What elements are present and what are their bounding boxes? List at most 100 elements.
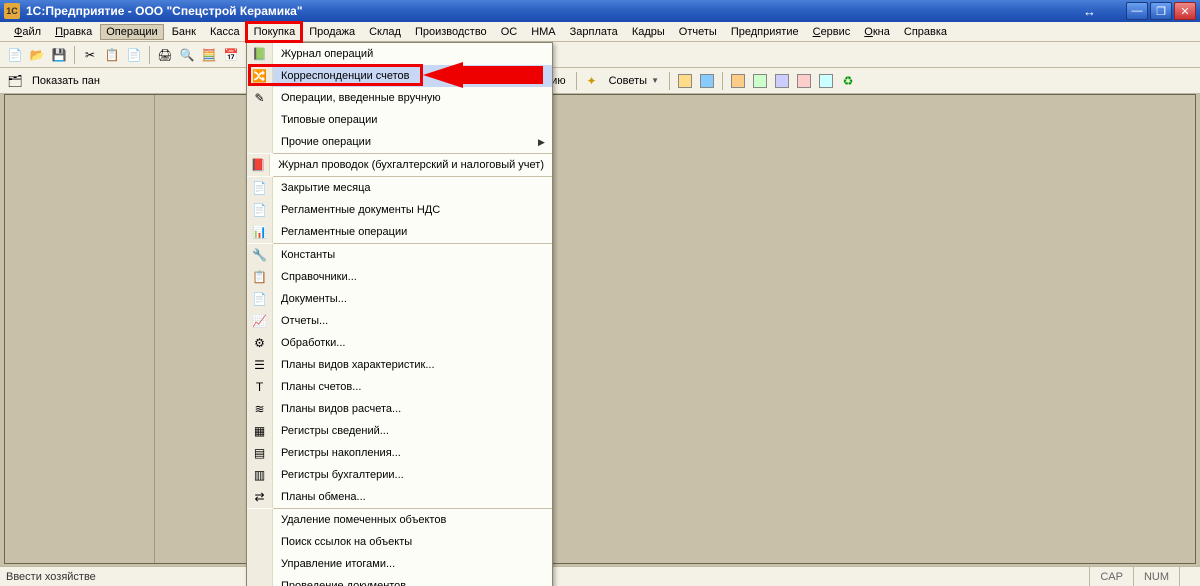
calendar-icon[interactable]: 📅 <box>222 46 240 64</box>
panel-icon[interactable]: 🗂 <box>6 72 24 90</box>
menu-item-банк[interactable]: Банк <box>166 24 202 40</box>
report-icon[interactable] <box>729 72 747 90</box>
menu-item[interactable]: ТПланы счетов... <box>247 376 552 398</box>
menu-item-кна[interactable]: Окна <box>858 24 896 40</box>
report2-icon[interactable] <box>751 72 769 90</box>
menu-item-icon: ▥ <box>247 464 273 486</box>
menu-item-склад[interactable]: Склад <box>363 24 407 40</box>
menu-item[interactable]: 📄Закрытие месяца <box>247 177 552 199</box>
menu-item[interactable]: 🔀Корреспонденции счетов <box>247 65 552 87</box>
menu-item-icon: 📊 <box>247 221 273 243</box>
menu-item[interactable]: Поиск ссылок на объекты <box>247 531 552 553</box>
docs-icon[interactable] <box>698 72 716 90</box>
separator <box>576 72 577 90</box>
menu-item[interactable]: Управление итогами... <box>247 553 552 575</box>
menu-item[interactable]: ⇄Планы обмена... <box>247 486 552 508</box>
menu-item[interactable]: Типовые операции <box>247 109 552 131</box>
menu-item[interactable]: 🔧Константы <box>247 244 552 266</box>
menu-item-icon: ⇄ <box>247 486 273 508</box>
menu-item-равка[interactable]: Правка <box>49 24 98 40</box>
new-icon[interactable]: 📄 <box>6 46 24 64</box>
report4-icon[interactable] <box>795 72 813 90</box>
paste-icon[interactable]: 📄 <box>125 46 143 64</box>
menu-item-icon: ⚙ <box>247 332 273 354</box>
menu-item-справка[interactable]: Справка <box>898 24 953 40</box>
copy-icon[interactable]: 📋 <box>103 46 121 64</box>
menu-item-продажа[interactable]: Продажа <box>303 24 361 40</box>
menu-item-касса[interactable]: Касса <box>204 24 246 40</box>
menu-item-операции[interactable]: Операции <box>100 24 163 40</box>
menu-item[interactable]: Удаление помеченных объектов <box>247 509 552 531</box>
status-cap: CAP <box>1089 567 1133 586</box>
menu-item[interactable]: Проведение документов... <box>247 575 552 586</box>
menu-item-label: Планы видов характеристик... <box>273 359 552 371</box>
workspace <box>4 94 1196 564</box>
status-bar: Ввести хозяйстве CAP NUM <box>0 566 1200 586</box>
menu-item-label: Планы счетов... <box>273 381 552 393</box>
menu-item-icon: 📄 <box>247 199 273 221</box>
menu-item[interactable]: ▥Регистры бухгалтерии... <box>247 464 552 486</box>
expand-icon[interactable]: ↔ <box>1083 4 1096 19</box>
menu-item-кадры[interactable]: Кадры <box>626 24 671 40</box>
menu-item[interactable]: Прочие операции▶ <box>247 131 552 153</box>
tips-button[interactable]: Советы ▼ <box>605 71 663 91</box>
minimize-button[interactable]: — <box>1126 2 1148 20</box>
maximize-button[interactable]: ❐ <box>1150 2 1172 20</box>
menu-item-icon: 🔀 <box>247 65 273 87</box>
report3-icon[interactable] <box>773 72 791 90</box>
operations-menu: 📗Журнал операций🔀Корреспонденции счетов✎… <box>246 42 553 586</box>
print-icon[interactable]: 🖨 <box>156 46 174 64</box>
menu-item-label: Константы <box>273 249 552 261</box>
menu-item[interactable]: 📄Документы... <box>247 288 552 310</box>
cut-icon[interactable]: ✂ <box>81 46 99 64</box>
menu-item-icon: ≋ <box>247 398 273 420</box>
menu-item[interactable]: 📗Журнал операций <box>247 43 552 65</box>
menu-item[interactable]: 📈Отчеты... <box>247 310 552 332</box>
menu-item[interactable]: ⚙Обработки... <box>247 332 552 354</box>
menu-item-отчеты[interactable]: Отчеты <box>673 24 723 40</box>
menu-item[interactable]: ▤Регистры накопления... <box>247 442 552 464</box>
menu-item-нма[interactable]: НМА <box>525 24 561 40</box>
show-panel-button[interactable]: Показать пан <box>28 71 104 91</box>
separator <box>149 46 150 64</box>
menu-item[interactable]: 📄Регламентные документы НДС <box>247 199 552 221</box>
menu-item[interactable]: ✎Операции, введенные вручную <box>247 87 552 109</box>
open-icon[interactable]: 📂 <box>28 46 46 64</box>
tips-icon[interactable]: ✦ <box>583 72 601 90</box>
menu-item-ос[interactable]: ОС <box>495 24 524 40</box>
menu-item[interactable]: ▦Регистры сведений... <box>247 420 552 442</box>
menu-item-label: Прочие операции <box>273 136 538 148</box>
separator <box>722 72 723 90</box>
menu-item-предприятие[interactable]: Предприятие <box>725 24 805 40</box>
close-button[interactable]: ✕ <box>1174 2 1196 20</box>
menu-item-icon: 📕 <box>247 154 270 176</box>
refs-icon[interactable] <box>676 72 694 90</box>
status-blank <box>1179 567 1200 586</box>
menu-item-label: Удаление помеченных объектов <box>273 514 552 526</box>
tips-label: Советы <box>609 75 647 87</box>
menu-item-icon <box>247 131 273 153</box>
menu-item-ервис[interactable]: Сервис <box>807 24 857 40</box>
menu-item-icon <box>247 553 273 575</box>
menu-item-label: Регистры бухгалтерии... <box>273 469 552 481</box>
menu-item-айл[interactable]: Файл <box>8 24 47 40</box>
menu-item-label: Журнал проводок (бухгалтерский и налогов… <box>270 159 552 171</box>
toolbar-secondary: 🗂 Показать пан зяйственную операцию ✦ Со… <box>0 68 1200 94</box>
menu-item-label: Отчеты... <box>273 315 552 327</box>
menu-item-покупка[interactable]: Покупка <box>248 24 302 40</box>
menu-item[interactable]: ☰Планы видов характеристик... <box>247 354 552 376</box>
menu-item[interactable]: ≋Планы видов расчета... <box>247 398 552 420</box>
menu-item-icon: ☰ <box>247 354 273 376</box>
menu-item-производство[interactable]: Производство <box>409 24 493 40</box>
title-bar: 1C 1С:Предприятие - ООО "Спецстрой Керам… <box>0 0 1200 22</box>
report5-icon[interactable] <box>817 72 835 90</box>
menu-item[interactable]: 📋Справочники... <box>247 266 552 288</box>
recycle-icon[interactable]: ♻ <box>839 72 857 90</box>
calc-icon[interactable]: 🧮 <box>200 46 218 64</box>
save-icon[interactable]: 💾 <box>50 46 68 64</box>
menu-item-зарплата[interactable]: Зарплата <box>564 24 624 40</box>
menu-item-label: Корреспонденции счетов <box>273 70 552 82</box>
menu-item[interactable]: 📕Журнал проводок (бухгалтерский и налого… <box>247 154 552 176</box>
find-icon[interactable]: 🔍 <box>178 46 196 64</box>
menu-item[interactable]: 📊Регламентные операции <box>247 221 552 243</box>
